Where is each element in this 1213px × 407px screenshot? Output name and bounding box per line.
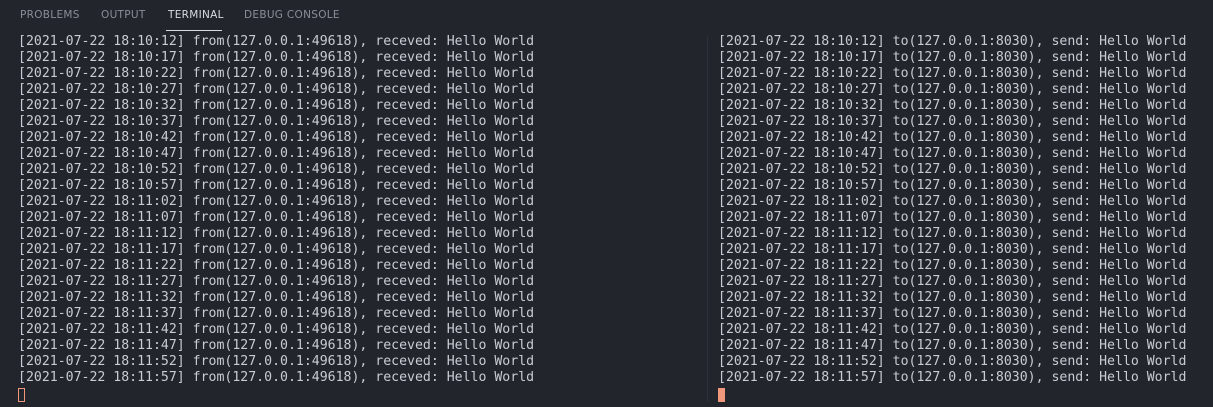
terminal-output-left: [2021-07-22 18:10:12] from(127.0.0.1:496… bbox=[18, 34, 698, 386]
terminal-line: [2021-07-22 18:10:42] from(127.0.0.1:496… bbox=[18, 130, 535, 145]
terminal-output-right: [2021-07-22 18:10:12] to(127.0.0.1:8030)… bbox=[718, 34, 1213, 386]
terminal-line: [2021-07-22 18:11:52] from(127.0.0.1:496… bbox=[18, 354, 535, 369]
terminal-line: [2021-07-22 18:10:37] to(127.0.0.1:8030)… bbox=[718, 114, 1187, 129]
terminal-line: [2021-07-22 18:10:22] from(127.0.0.1:496… bbox=[18, 66, 535, 81]
terminal-line: [2021-07-22 18:10:27] from(127.0.0.1:496… bbox=[18, 82, 535, 97]
terminal-line: [2021-07-22 18:10:32] from(127.0.0.1:496… bbox=[18, 98, 535, 113]
terminal-line: [2021-07-22 18:11:07] to(127.0.0.1:8030)… bbox=[718, 210, 1187, 225]
terminal-line: [2021-07-22 18:11:02] to(127.0.0.1:8030)… bbox=[718, 194, 1187, 209]
terminal-line: [2021-07-22 18:11:32] to(127.0.0.1:8030)… bbox=[718, 290, 1187, 305]
terminal-line: [2021-07-22 18:10:17] from(127.0.0.1:496… bbox=[18, 50, 535, 65]
terminal-line: [2021-07-22 18:11:12] from(127.0.0.1:496… bbox=[18, 226, 535, 241]
terminal-line: [2021-07-22 18:10:52] to(127.0.0.1:8030)… bbox=[718, 162, 1187, 177]
terminal-line: [2021-07-22 18:10:22] to(127.0.0.1:8030)… bbox=[718, 66, 1187, 81]
terminal-line: [2021-07-22 18:11:47] to(127.0.0.1:8030)… bbox=[718, 338, 1187, 353]
terminal-line: [2021-07-22 18:11:57] to(127.0.0.1:8030)… bbox=[718, 370, 1187, 385]
active-tab-indicator bbox=[166, 30, 222, 31]
terminal-line: [2021-07-22 18:11:12] to(127.0.0.1:8030)… bbox=[718, 226, 1187, 241]
terminal-line: [2021-07-22 18:10:57] to(127.0.0.1:8030)… bbox=[718, 178, 1187, 193]
tab-output[interactable]: OUTPUT bbox=[101, 9, 146, 21]
terminal-pane-right[interactable]: [2021-07-22 18:10:12] to(127.0.0.1:8030)… bbox=[718, 34, 1213, 407]
tab-debug-console[interactable]: DEBUG CONSOLE bbox=[244, 9, 340, 21]
terminal-line: [2021-07-22 18:10:17] to(127.0.0.1:8030)… bbox=[718, 50, 1187, 65]
terminal-line: [2021-07-22 18:11:07] from(127.0.0.1:496… bbox=[18, 210, 535, 225]
terminal-pane-left[interactable]: [2021-07-22 18:10:12] from(127.0.0.1:496… bbox=[18, 34, 698, 407]
terminal-line: [2021-07-22 18:11:47] from(127.0.0.1:496… bbox=[18, 338, 535, 353]
terminal-split-divider[interactable] bbox=[707, 36, 708, 402]
terminal-line: [2021-07-22 18:11:37] from(127.0.0.1:496… bbox=[18, 306, 535, 321]
terminal-cursor-right bbox=[718, 388, 725, 402]
terminal-line: [2021-07-22 18:11:22] from(127.0.0.1:496… bbox=[18, 258, 535, 273]
terminal-line: [2021-07-22 18:11:37] to(127.0.0.1:8030)… bbox=[718, 306, 1187, 321]
terminal-line: [2021-07-22 18:10:27] to(127.0.0.1:8030)… bbox=[718, 82, 1187, 97]
terminal-line: [2021-07-22 18:10:12] to(127.0.0.1:8030)… bbox=[718, 34, 1187, 49]
terminal-line: [2021-07-22 18:10:47] from(127.0.0.1:496… bbox=[18, 146, 535, 161]
terminal-line: [2021-07-22 18:11:52] to(127.0.0.1:8030)… bbox=[718, 354, 1187, 369]
terminal-line: [2021-07-22 18:11:02] from(127.0.0.1:496… bbox=[18, 194, 535, 209]
terminal-line: [2021-07-22 18:11:32] from(127.0.0.1:496… bbox=[18, 290, 535, 305]
terminal-line: [2021-07-22 18:10:52] from(127.0.0.1:496… bbox=[18, 162, 535, 177]
terminal-line: [2021-07-22 18:10:47] to(127.0.0.1:8030)… bbox=[718, 146, 1187, 161]
terminal-line: [2021-07-22 18:10:37] from(127.0.0.1:496… bbox=[18, 114, 535, 129]
terminal-line: [2021-07-22 18:11:17] from(127.0.0.1:496… bbox=[18, 242, 535, 257]
panel-tab-bar: PROBLEMS OUTPUT TERMINAL DEBUG CONSOLE bbox=[0, 0, 1213, 32]
terminal-line: [2021-07-22 18:10:12] from(127.0.0.1:496… bbox=[18, 34, 535, 49]
tab-terminal[interactable]: TERMINAL bbox=[168, 9, 224, 21]
terminal-line: [2021-07-22 18:11:42] to(127.0.0.1:8030)… bbox=[718, 322, 1187, 337]
terminal-line: [2021-07-22 18:11:57] from(127.0.0.1:496… bbox=[18, 370, 535, 385]
terminal-line: [2021-07-22 18:11:17] to(127.0.0.1:8030)… bbox=[718, 242, 1187, 257]
terminal-line: [2021-07-22 18:11:27] to(127.0.0.1:8030)… bbox=[718, 274, 1187, 289]
terminal-line: [2021-07-22 18:11:22] to(127.0.0.1:8030)… bbox=[718, 258, 1187, 273]
terminal-line: [2021-07-22 18:11:27] from(127.0.0.1:496… bbox=[18, 274, 535, 289]
tab-problems[interactable]: PROBLEMS bbox=[20, 9, 80, 21]
terminal-line: [2021-07-22 18:10:57] from(127.0.0.1:496… bbox=[18, 178, 535, 193]
terminal-line: [2021-07-22 18:10:32] to(127.0.0.1:8030)… bbox=[718, 98, 1187, 113]
terminal-cursor-left bbox=[18, 388, 25, 402]
terminal-line: [2021-07-22 18:11:42] from(127.0.0.1:496… bbox=[18, 322, 535, 337]
terminal-line: [2021-07-22 18:10:42] to(127.0.0.1:8030)… bbox=[718, 130, 1187, 145]
